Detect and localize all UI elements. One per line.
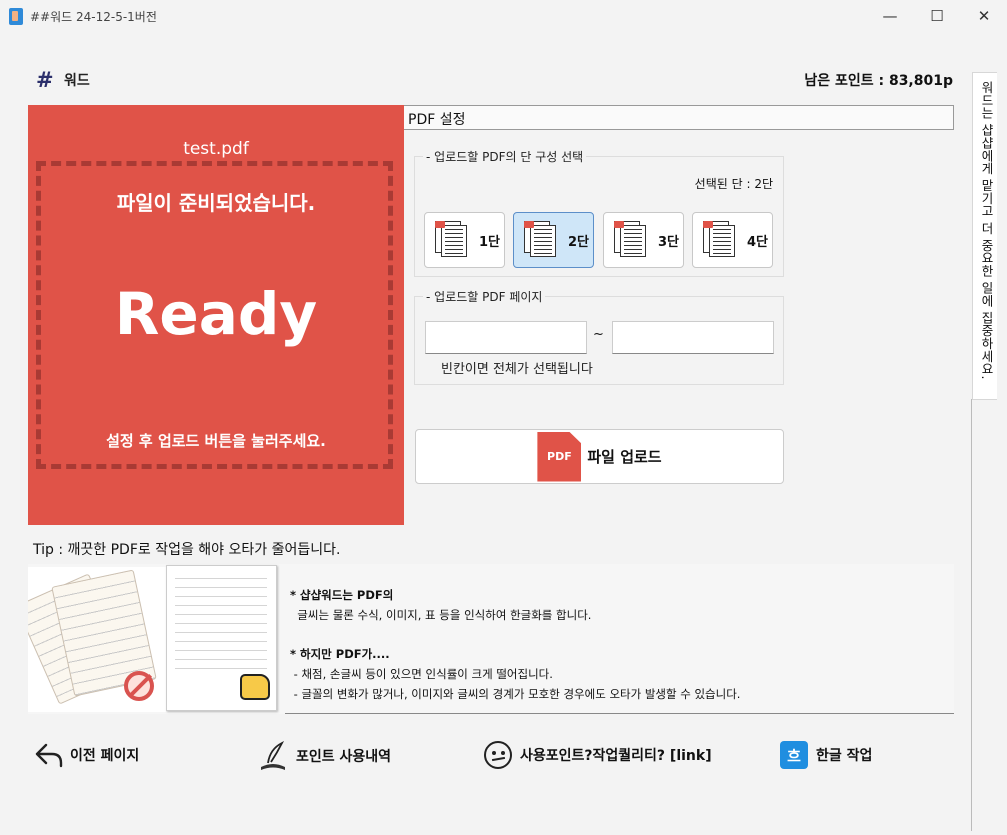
column-group-legend: - 업로드할 PDF의 단 구성 선택 [423,148,587,165]
selected-columns-text: 선택된 단 : 2단 [694,177,773,191]
tip-text: * 샵샵워드는 PDF의 글씨는 물론 수식, 이미지, 표 등을 인식하여 한… [290,588,741,701]
book-quill-icon [261,741,285,770]
remaining-points: 남은 포인트 : 83,801p [804,73,953,89]
page-range-legend: - 업로드할 PDF 페이지 [423,288,546,305]
back-arrow-icon [35,743,63,768]
drop-hint: 설정 후 업로드 버튼을 눌러주세요. [106,432,326,450]
column-1-button[interactable]: 1단 [424,212,505,268]
app-icon [9,8,23,25]
drop-filename: test.pdf [183,139,249,159]
pdf-settings-header: PDF 설정 [404,105,954,130]
previous-page-button[interactable]: 이전 페이지 [34,741,139,769]
tip-panel: * 샵샵워드는 PDF의 글씨는 물론 수식, 이미지, 표 등을 인식하여 한… [28,564,954,714]
maximize-button[interactable]: ☐ [914,0,960,32]
side-tab[interactable]: 워드는 샵샵에게 맡기고 더 중요한 일에 집중하세요. [972,72,997,400]
no-icon [124,671,154,701]
minimize-button[interactable]: — [867,0,913,32]
page-to-input[interactable] [612,321,774,354]
title-bar: ##워드 24-12-5-1버전 — ☐ ✕ [0,0,1007,32]
hangul-icon: 흐 [780,741,808,769]
help-link[interactable]: 사용포인트?작업퀄리티? [link] [484,741,712,769]
messy-paper-image [28,567,166,712]
upload-label: 파일 업로드 [587,448,662,466]
tip-divider [285,713,954,714]
app-body: # 워드 남은 포인트 : 83,801p test.pdf 파일이 준비되었습… [0,32,1007,835]
close-button[interactable]: ✕ [961,0,1007,32]
tip-title: Tip : 깨끗한 PDF로 작업을 해야 오타가 줄어듭니다. [33,542,341,558]
brand: # 워드 [36,68,90,92]
side-tab-text: 워드는 샵샵에게 맡기고 더 중요한 일에 집중하세요. [979,81,994,380]
pdf-icon: PDF [537,431,582,482]
side-divider [971,399,972,831]
document-icon [433,219,473,261]
column-group: - 업로드할 PDF의 단 구성 선택 선택된 단 : 2단 1단 2단 3단 … [414,148,784,277]
column-4-button[interactable]: 4단 [692,212,773,268]
column-3-button[interactable]: 3단 [603,212,684,268]
hash-logo-icon: # [36,68,54,92]
points-history-button[interactable]: 포인트 사용내역 [258,741,391,771]
confused-face-icon [484,741,512,769]
drop-ready-text: Ready [114,280,318,348]
page-range-separator: ~ [593,327,604,342]
file-upload-button[interactable]: PDF 파일 업로드 [415,429,784,484]
brand-name: 워드 [64,73,90,89]
window-title: ##워드 24-12-5-1버전 [30,10,157,24]
file-drop-zone[interactable]: test.pdf 파일이 준비되었습니다. Ready 설정 후 업로드 버튼을… [28,105,404,525]
thumbs-up-icon [240,674,270,700]
page-from-input[interactable] [425,321,587,354]
document-icon [612,219,652,261]
page-range-hint: 빈칸이면 전체가 선택됩니다 [441,362,593,377]
clean-paper-image [166,565,277,711]
document-icon [701,219,741,261]
hangul-work-button[interactable]: 흐 한글 작업 [780,741,872,769]
drop-status: 파일이 준비되었습니다. [116,191,316,215]
document-icon [522,219,562,261]
column-2-button[interactable]: 2단 [513,212,594,268]
page-range-group: - 업로드할 PDF 페이지 ~ 빈칸이면 전체가 선택됩니다 [414,288,784,385]
